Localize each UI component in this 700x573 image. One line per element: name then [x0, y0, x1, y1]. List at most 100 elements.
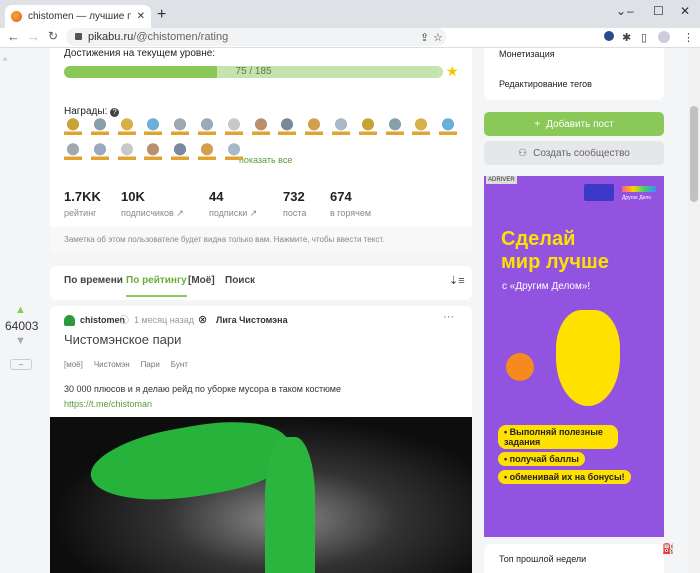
award-icon[interactable] — [251, 118, 270, 136]
extension-icon[interactable] — [604, 31, 614, 41]
close-tab-icon[interactable]: ✕ — [137, 11, 145, 22]
award-icon[interactable] — [90, 143, 109, 161]
add-post-button[interactable]: + Добавить пост — [484, 112, 664, 136]
award-icon[interactable] — [117, 118, 136, 136]
sort-tab[interactable]: [Моё] — [188, 275, 215, 286]
url-domain: pikabu.ru — [88, 31, 134, 43]
post-link[interactable]: https://t.me/chistoman — [64, 399, 152, 409]
stat-value: 44 — [209, 189, 224, 204]
stat-label: в горячем — [330, 208, 372, 218]
create-community-button[interactable]: ⚇ Создать сообщество — [484, 141, 664, 165]
achievements-label: Достижения на текущем уровне: — [64, 48, 216, 59]
sort-order-icon[interactable]: ⇣≡ — [449, 274, 465, 287]
reload-icon[interactable]: ↻ — [48, 29, 58, 43]
collapse-post-button[interactable]: – — [10, 359, 32, 370]
sidebar-menu: Монетизация Редактирование тегов — [484, 48, 664, 100]
browser-titlebar: chistomen — лучшие посты по р ✕ + ⌄ – ☐ … — [0, 0, 700, 28]
award-icon[interactable] — [439, 118, 458, 136]
sort-tab[interactable]: По рейтингу — [126, 275, 187, 297]
menu-edit-tags[interactable]: Редактирование тегов — [499, 79, 592, 89]
award-icon[interactable] — [171, 143, 190, 161]
minimize-icon[interactable]: – — [627, 4, 634, 18]
scroll-up-caret-icon[interactable]: ^ — [3, 56, 7, 66]
pikabu-favicon-icon — [11, 11, 22, 22]
post-image[interactable] — [50, 410, 472, 573]
upvote-icon[interactable]: ▲ — [15, 304, 26, 316]
post-title[interactable]: Чистомэнское пари — [64, 332, 181, 347]
scrollbar[interactable] — [688, 48, 700, 573]
stat-0: 1.7KK рейтинг — [64, 189, 101, 218]
new-tab-icon[interactable]: + — [157, 6, 166, 24]
top-week-title[interactable]: Топ прошлой недели — [499, 554, 586, 564]
maximize-icon[interactable]: ☐ — [653, 4, 664, 18]
post-community[interactable]: Лига Чистомэна — [216, 315, 288, 325]
forward-icon[interactable]: → — [27, 29, 40, 44]
stat-2[interactable]: 44 подписки ↗ — [209, 189, 257, 219]
profile-avatar-icon[interactable] — [658, 31, 670, 43]
award-icon[interactable] — [117, 143, 136, 161]
stat-1[interactable]: 10K подписчиков ↗ — [121, 189, 184, 219]
award-icon[interactable] — [198, 118, 216, 136]
ad-bullet-1-text: Выполняй полезные задания — [504, 427, 603, 447]
menu-monetization[interactable]: Монетизация — [499, 49, 555, 59]
post-tag[interactable]: [моё] — [64, 360, 83, 369]
green-hood-shape — [265, 437, 315, 573]
share-icon[interactable]: ⇪ — [420, 31, 429, 44]
author-avatar[interactable] — [64, 315, 75, 326]
browser-tab[interactable]: chistomen — лучшие посты по р ✕ — [5, 5, 151, 28]
awards-label-text: Награды: — [64, 106, 108, 117]
back-icon[interactable]: ← — [7, 29, 20, 44]
bookmark-star-icon[interactable]: ☆ — [433, 31, 443, 44]
award-icon[interactable] — [144, 118, 163, 136]
ad-bullet-2-text: получай баллы — [509, 454, 579, 464]
stat-label: поста — [283, 208, 307, 218]
award-icon[interactable] — [90, 118, 109, 136]
award-icon[interactable] — [385, 118, 404, 136]
profile-card: Достижения на текущем уровне: 75 / 185 ★… — [50, 48, 472, 253]
url-path: /@chistomen/rating — [133, 31, 229, 43]
award-icon[interactable] — [198, 143, 216, 161]
ad-headline-2: мир лучше — [501, 251, 609, 273]
extensions-puzzle-icon[interactable]: ✱ — [622, 31, 631, 44]
award-icon[interactable] — [224, 118, 243, 136]
close-window-icon[interactable]: ✕ — [680, 4, 690, 18]
downvote-icon[interactable]: ▼ — [15, 335, 26, 347]
ad-bullet-3: • обменивай их на бонусы! — [498, 470, 631, 484]
award-icon[interactable] — [64, 143, 82, 161]
post-tag[interactable]: Пари — [141, 360, 160, 369]
green-cape-shape — [85, 410, 295, 514]
sort-tab[interactable]: По времени — [64, 275, 123, 286]
award-icon[interactable] — [358, 118, 377, 136]
ad-badge: ADRIVER — [486, 176, 517, 184]
awards-label: Награды: ? — [64, 106, 120, 117]
user-note[interactable]: Заметка об этом пользователе будет видна… — [50, 227, 472, 253]
award-icon[interactable] — [171, 118, 190, 136]
award-icon[interactable] — [64, 118, 82, 136]
help-icon[interactable]: ? — [110, 108, 120, 117]
paint-bucket-icon[interactable]: ⛽ — [662, 544, 674, 555]
side-panel-icon[interactable]: ▯ — [641, 31, 647, 44]
post-card: chistomen ◯ 1 месяц назад ⊗ Лига Чистомэ… — [50, 306, 472, 573]
level-progress-bar: 75 / 185 — [64, 66, 443, 78]
ad-bullet-1: • Выполняй полезные задания — [498, 425, 618, 449]
show-all-awards-link[interactable]: показать все — [239, 155, 292, 165]
stat-label: рейтинг — [64, 208, 97, 218]
award-icon[interactable] — [305, 118, 324, 136]
award-icon[interactable] — [278, 118, 297, 136]
award-icon[interactable] — [144, 143, 163, 161]
sort-tab[interactable]: Поиск — [225, 275, 255, 286]
scrollbar-thumb[interactable] — [690, 106, 698, 202]
menu-kebab-icon[interactable]: ⋮ — [683, 31, 694, 44]
add-post-label: Добавить пост — [546, 118, 614, 130]
ad-banner[interactable]: ADRIVER Другое Дело Сделай мир лучше с «Д… — [484, 176, 664, 537]
post-tag[interactable]: Чистомэн — [94, 360, 130, 369]
more-options-icon[interactable]: ··· — [443, 311, 454, 323]
post-tag[interactable]: Бунт — [171, 360, 188, 369]
award-icon[interactable] — [412, 118, 431, 136]
tab-search-icon[interactable]: ⌄ — [616, 4, 626, 18]
address-bar[interactable]: pikabu.ru/@chistomen/rating — [66, 28, 446, 46]
award-icon[interactable] — [224, 143, 243, 161]
award-icon[interactable] — [332, 118, 350, 136]
ad-bullet-2: • получай баллы — [498, 452, 585, 466]
ad-bullet-3-text: обменивай их на бонусы! — [509, 472, 625, 482]
